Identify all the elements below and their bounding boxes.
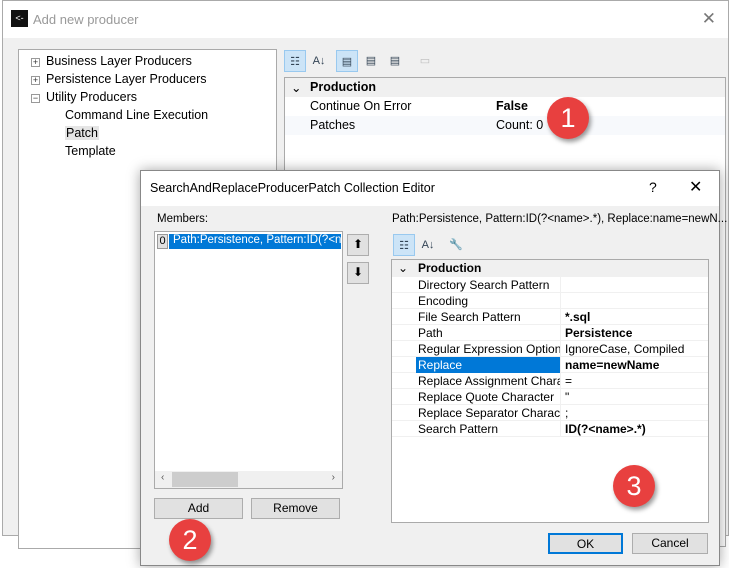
property-name: File Search Pattern <box>416 309 561 325</box>
property-pages-icon[interactable]: ▤ <box>384 50 406 72</box>
tree-node[interactable]: Persistence Layer Producers <box>46 72 207 86</box>
window-title: Add new producer <box>33 12 139 27</box>
dialog-title-bar: SearchAndReplaceProducerPatch Collection… <box>141 171 719 206</box>
remove-button[interactable]: Remove <box>251 498 340 519</box>
category-label: Production <box>310 80 376 94</box>
property-name: Continue On Error <box>310 99 412 113</box>
chevron-down-icon: ⌄ <box>291 81 302 95</box>
property-row[interactable]: Replace Quote Character " <box>392 389 708 405</box>
property-value[interactable]: name=newName <box>564 357 659 373</box>
category-label: Production <box>418 261 482 275</box>
property-name: Replace Separator Character <box>418 405 561 421</box>
property-name: Replace Assignment Characte <box>416 373 561 389</box>
categorized-icon[interactable]: ☷ <box>393 234 415 256</box>
tree-node[interactable]: Business Layer Producers <box>46 54 192 68</box>
close-icon[interactable]: ✕ <box>702 9 716 29</box>
move-down-button[interactable]: ⬇ <box>347 262 369 284</box>
sort-alpha-icon[interactable]: A↓ <box>308 50 330 72</box>
cancel-button[interactable]: Cancel <box>632 533 708 554</box>
category-production[interactable]: ⌄ Production <box>285 78 725 97</box>
scroll-left-icon[interactable]: ‹ <box>161 472 164 483</box>
property-row[interactable]: Directory Search Pattern <box>392 277 708 293</box>
property-value[interactable]: Count: 0 <box>496 118 543 132</box>
disabled-icon: ▭ <box>419 55 431 67</box>
step-badge-3: 3 <box>613 465 655 507</box>
expand-toggle-icon[interactable]: − <box>31 94 40 103</box>
properties-icon[interactable]: ▤ <box>336 50 358 72</box>
property-value[interactable]: Persistence <box>564 325 632 341</box>
dialog-close-button[interactable]: ✕ <box>689 177 702 197</box>
property-value[interactable]: ; <box>564 405 568 421</box>
member-item[interactable]: Path:Persistence, Pattern:ID(?<name>.*),… <box>169 234 341 249</box>
property-name: Patches <box>310 118 356 132</box>
property-name: Replace Quote Character <box>416 389 561 405</box>
property-value[interactable]: False <box>496 99 528 113</box>
chevron-down-icon: ⌄ <box>398 261 409 275</box>
property-row[interactable]: Encoding <box>392 293 708 309</box>
events-icon[interactable]: ▤ <box>360 50 382 72</box>
property-row[interactable]: File Search Pattern *.sql <box>392 309 708 325</box>
property-name: Encoding <box>416 293 561 309</box>
property-row[interactable]: Continue On Error False <box>285 97 725 116</box>
dialog-property-grid: ⌄ Production Directory Search Pattern Enco… <box>391 259 709 523</box>
members-list[interactable]: 0 Path:Persistence, Pattern:ID(?<name>.*… <box>154 231 343 489</box>
step-badge-1: 1 <box>547 97 589 139</box>
property-row[interactable]: Patches Count: 0 <box>285 116 725 135</box>
dialog-title: SearchAndReplaceProducerPatch Collection… <box>150 181 435 195</box>
ok-button[interactable]: OK <box>548 533 623 554</box>
property-toolbar: ☷ A↓ ▤ ▤ ▤ ▭ <box>284 50 484 74</box>
horizontal-scrollbar[interactable]: ‹ › <box>155 471 342 488</box>
app-icon: <- <box>11 10 28 27</box>
property-row[interactable]: Regular Expression Options IgnoreCase, Co… <box>392 341 708 357</box>
property-name: Path <box>416 325 561 341</box>
property-name: Regular Expression Options <box>418 341 561 357</box>
selected-item-description: Path:Persistence, Pattern:ID(?<name>.*),… <box>392 213 728 225</box>
property-row[interactable]: Replace Assignment Characte= <box>392 373 708 389</box>
property-value[interactable]: = <box>564 373 572 389</box>
property-value[interactable]: IgnoreCase, Compiled <box>564 341 684 357</box>
property-name: Directory Search Pattern <box>416 277 561 293</box>
property-value[interactable]: *.sql <box>564 309 590 325</box>
property-value[interactable]: " <box>564 389 569 405</box>
property-row[interactable]: Replace Separator Character; <box>392 405 708 421</box>
wrench-icon: 🔧 <box>449 239 463 251</box>
category-production[interactable]: ⌄ Production <box>392 260 708 277</box>
expand-toggle-icon[interactable]: + <box>31 58 40 67</box>
property-name: Search Pattern <box>416 421 561 437</box>
tree-node[interactable]: Command Line Execution <box>65 108 208 122</box>
categorized-icon[interactable]: ☷ <box>284 50 306 72</box>
expand-toggle-icon[interactable]: + <box>31 76 40 85</box>
scroll-right-icon[interactable]: › <box>332 472 335 483</box>
property-row[interactable]: Path Persistence <box>392 325 708 341</box>
add-button[interactable]: Add <box>154 498 243 519</box>
step-badge-2: 2 <box>169 519 211 561</box>
sort-alpha-icon[interactable]: A↓ <box>417 234 439 256</box>
property-value[interactable]: ID(?<name>.*) <box>564 421 646 437</box>
property-row[interactable]: Replace name=newName <box>392 357 708 373</box>
help-button[interactable]: ? <box>649 179 657 195</box>
property-name: Replace <box>416 357 561 373</box>
tree-node[interactable]: Utility Producers <box>46 90 137 104</box>
scrollbar-thumb[interactable] <box>172 472 238 487</box>
member-index: 0 <box>157 234 168 249</box>
members-label: Members: <box>157 213 209 225</box>
title-bar: <- Add new producer ✕ <box>3 1 728 38</box>
property-row[interactable]: Search Pattern ID(?<name>.*) <box>392 421 708 437</box>
move-up-button[interactable]: ⬆ <box>347 234 369 256</box>
tree-node[interactable]: Patch <box>65 126 99 140</box>
tree-node[interactable]: Template <box>65 144 116 158</box>
